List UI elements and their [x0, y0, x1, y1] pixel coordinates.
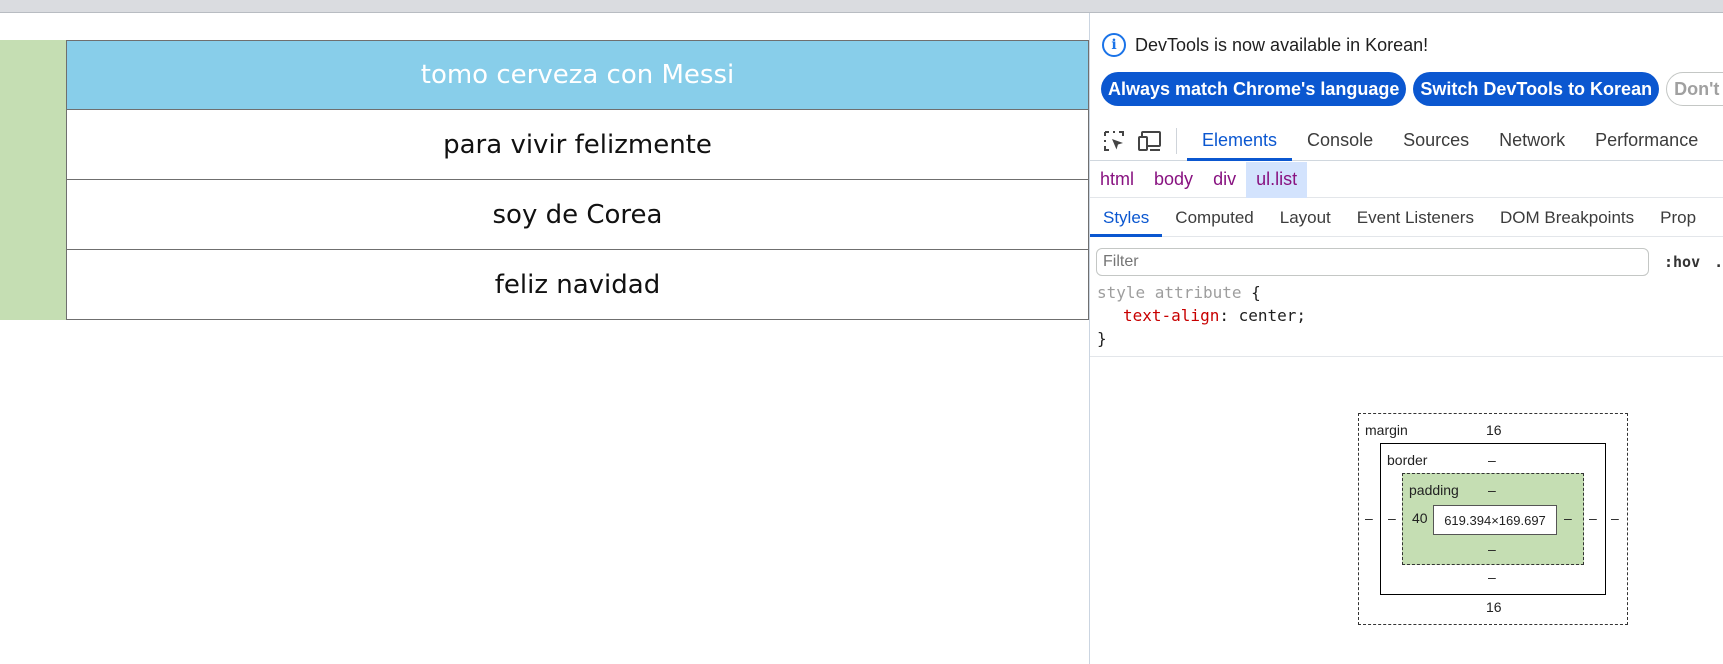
breadcrumb-body[interactable]: body	[1144, 162, 1203, 198]
inspect-element-svg	[1104, 130, 1124, 151]
subtab-styles[interactable]: Styles	[1090, 199, 1163, 237]
subtab-event-listeners[interactable]: Event Listeners	[1344, 199, 1487, 237]
info-icon: i	[1102, 33, 1126, 57]
list-item[interactable]: soy de Corea	[66, 180, 1089, 250]
rule-open-brace: {	[1251, 283, 1261, 302]
list-item[interactable]: tomo cerveza con Messi	[66, 40, 1089, 110]
box-model-content-size: 619.394×169.697	[1444, 512, 1546, 528]
subtab-dom-breakpoints[interactable]: DOM Breakpoints	[1487, 199, 1647, 237]
box-model-border-bottom: –	[1488, 569, 1496, 585]
devtools-tabs: Elements Console Sources Network Perform…	[1090, 121, 1723, 161]
dont-show-again-button[interactable]: Don't show	[1666, 72, 1723, 106]
rule-close-brace: }	[1097, 329, 1107, 348]
box-model-margin-right: –	[1611, 510, 1619, 526]
breadcrumb-div[interactable]: div	[1203, 162, 1246, 198]
styles-filter-input[interactable]	[1096, 248, 1649, 276]
subtab-computed[interactable]: Computed	[1162, 199, 1266, 237]
list-item[interactable]: feliz navidad	[66, 250, 1089, 320]
box-model-padding-label: padding	[1409, 482, 1459, 498]
box-model-content[interactable]: 619.394×169.697	[1433, 505, 1557, 535]
switch-to-korean-button[interactable]: Switch DevTools to Korean	[1413, 72, 1660, 106]
box-model-border-top: –	[1488, 452, 1496, 468]
subtab-layout[interactable]: Layout	[1267, 199, 1344, 237]
padding-highlight-overlay	[0, 40, 66, 320]
subtab-properties[interactable]: Prop	[1647, 199, 1709, 237]
language-notice: i DevTools is now available in Korean!	[1102, 33, 1428, 57]
list[interactable]: tomo cerveza con Messi para vivir felizm…	[66, 40, 1089, 320]
box-model-padding-bottom: –	[1488, 541, 1496, 557]
web-page: tomo cerveza con Messi para vivir felizm…	[0, 13, 1089, 664]
box-model-margin-left: –	[1365, 510, 1373, 526]
breadcrumb-ul-list[interactable]: ul.list	[1246, 161, 1308, 198]
box-model-padding-top: –	[1488, 482, 1496, 498]
list-item[interactable]: para vivir felizmente	[66, 110, 1089, 180]
class-toggle[interactable]: .	[1714, 253, 1723, 271]
browser-top-bar	[0, 0, 1723, 13]
rule-property-name[interactable]: text-align	[1123, 306, 1219, 325]
box-model-margin-top: 16	[1486, 422, 1502, 438]
hover-state-toggle[interactable]: :hov	[1664, 253, 1700, 271]
box-model-border-right: –	[1589, 510, 1597, 526]
breadcrumb: html body div ul.list	[1090, 161, 1723, 198]
tab-sources[interactable]: Sources	[1388, 121, 1484, 161]
always-match-language-button[interactable]: Always match Chrome's language	[1101, 72, 1407, 106]
tab-elements[interactable]: Elements	[1187, 121, 1293, 161]
box-model-border-label: border	[1387, 452, 1428, 468]
tab-console[interactable]: Console	[1292, 121, 1388, 161]
box-model-padding-right: –	[1564, 510, 1572, 526]
rule-property-value[interactable]: center;	[1239, 306, 1306, 325]
device-toolbar-icon[interactable]	[1138, 129, 1162, 153]
rule-divider	[1090, 356, 1723, 357]
styles-filter-row: :hov .	[1096, 248, 1723, 276]
box-model-margin-label: margin	[1365, 422, 1408, 438]
toolbar-separator	[1176, 127, 1177, 154]
rule-selector: style attribute	[1097, 283, 1242, 302]
style-rule: style attribute { text-align: center; }	[1097, 283, 1307, 348]
tab-performance[interactable]: Performance	[1580, 121, 1713, 161]
tab-network[interactable]: Network	[1484, 121, 1580, 161]
styles-subtabs: Styles Computed Layout Event Listeners D…	[1090, 199, 1723, 237]
inspect-element-icon[interactable]	[1102, 129, 1126, 153]
box-model-padding-left: 40	[1412, 510, 1428, 526]
notice-buttons: Always match Chrome's language Switch De…	[1101, 72, 1723, 106]
device-toolbar-svg	[1138, 130, 1161, 151]
breadcrumb-html[interactable]: html	[1090, 162, 1144, 198]
box-model-border-left: –	[1388, 510, 1396, 526]
box-model-margin-bottom: 16	[1486, 599, 1502, 615]
notice-text: DevTools is now available in Korean!	[1135, 34, 1429, 55]
